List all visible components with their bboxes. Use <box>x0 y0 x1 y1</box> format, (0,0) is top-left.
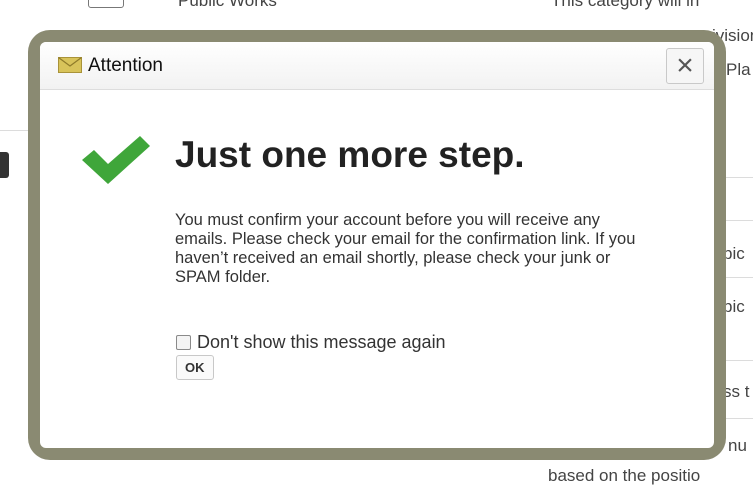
dialog-title: Attention <box>88 55 163 76</box>
dont-show-again-option[interactable]: Don't show this message again <box>176 332 446 353</box>
dont-show-checkbox[interactable] <box>176 335 191 350</box>
envelope-icon <box>58 57 82 73</box>
background-checkbox-icon <box>88 0 124 8</box>
background-fragment: pic <box>723 244 745 263</box>
close-button[interactable]: × <box>666 48 704 84</box>
ok-button[interactable]: OK <box>176 355 214 380</box>
background-category-label: Public Works <box>178 0 277 10</box>
background-bottom-text: based on the positio <box>548 466 701 485</box>
dont-show-label: Don't show this message again <box>197 332 446 352</box>
close-icon: × <box>676 49 694 82</box>
dialog-frame: Attention × Just one more step. You must… <box>28 30 726 460</box>
background-description: This category will in <box>551 0 700 10</box>
background-print-icon <box>0 152 9 178</box>
dialog-headline: Just one more step. <box>175 134 525 175</box>
background-fragment: ss t <box>723 382 750 401</box>
background-fragment: nu <box>728 436 747 455</box>
check-icon <box>82 136 150 184</box>
dialog-titlebar: Attention × <box>40 42 714 90</box>
background-fragment: Pla <box>726 60 751 79</box>
confirmation-message: You must confirm your account before you… <box>175 211 636 286</box>
attention-dialog: Attention × Just one more step. You must… <box>40 42 714 448</box>
background-fragment: pic <box>723 297 745 316</box>
